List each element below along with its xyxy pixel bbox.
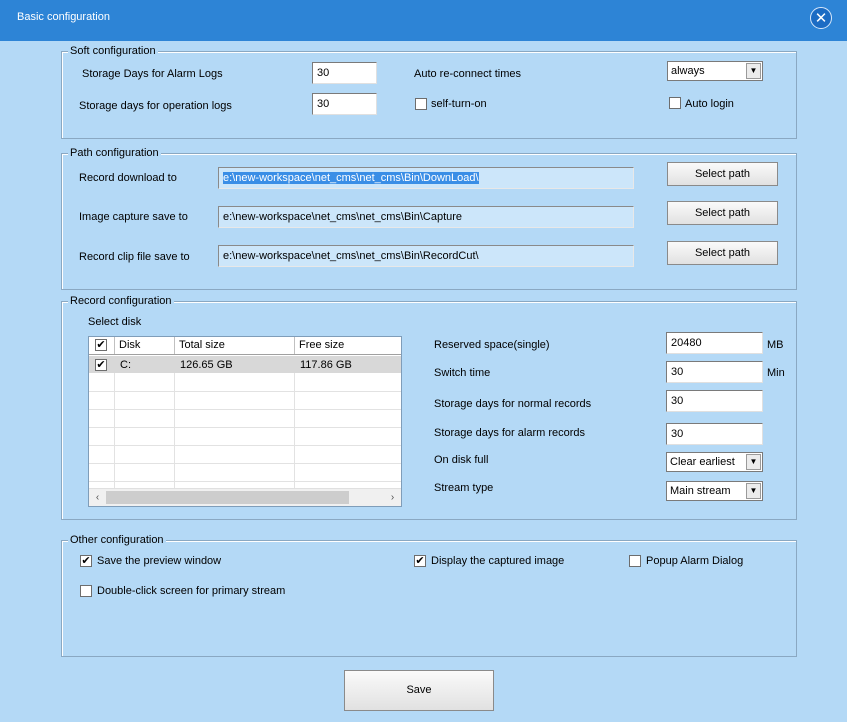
switch-time-input[interactable]: 30: [666, 361, 763, 383]
disk-row-checkbox[interactable]: ✔: [95, 359, 107, 371]
chevron-down-icon[interactable]: ▼: [746, 63, 761, 79]
column-header-disk[interactable]: Disk: [115, 337, 175, 354]
reserved-space-unit: MB: [767, 339, 784, 351]
display-captured-checkbox[interactable]: ✔: [414, 555, 426, 567]
save-button[interactable]: Save: [344, 670, 494, 711]
grid-line: [89, 427, 401, 428]
on-disk-full-value: Clear earliest: [670, 456, 735, 468]
image-capture-select-path-button[interactable]: Select path: [667, 201, 778, 225]
column-header-free-size[interactable]: Free size: [295, 337, 401, 354]
record-download-path-value: e:\new-workspace\net_cms\net_cms\Bin\Dow…: [223, 172, 479, 184]
record-download-label: Record download to: [79, 172, 177, 184]
chevron-down-icon[interactable]: ▼: [746, 483, 761, 499]
free-size-cell: 117.86 GB: [300, 359, 352, 371]
double-click-label: Double-click screen for primary stream: [97, 585, 286, 597]
image-capture-path-field[interactable]: e:\new-workspace\net_cms\net_cms\Bin\Cap…: [218, 206, 634, 228]
header-select-all-cell: ✔: [89, 337, 115, 354]
grid-line: [89, 445, 401, 446]
scroll-right-icon[interactable]: ›: [385, 490, 400, 505]
reserved-space-label: Reserved space(single): [434, 339, 550, 351]
total-size-cell: 126.65 GB: [180, 359, 233, 371]
image-capture-path-value: e:\new-workspace\net_cms\net_cms\Bin\Cap…: [223, 211, 463, 223]
select-all-checkbox[interactable]: ✔: [95, 339, 107, 351]
record-download-select-path-button[interactable]: Select path: [667, 162, 778, 186]
stream-type-value: Main stream: [670, 485, 731, 497]
grid-line: [89, 391, 401, 392]
table-row[interactable]: ✔ C: 126.65 GB 117.86 GB: [89, 356, 401, 373]
on-disk-full-label: On disk full: [434, 454, 489, 466]
auto-reconnect-label: Auto re-connect times: [414, 68, 521, 80]
popup-alarm-checkbox[interactable]: [629, 555, 641, 567]
double-click-checkbox[interactable]: [80, 585, 92, 597]
save-preview-label: Save the preview window: [97, 555, 222, 567]
auto-reconnect-select[interactable]: always ▼: [667, 61, 763, 81]
disk-table: ✔ Disk Total size Free size ✔ C: 126.65 …: [88, 336, 402, 507]
alarm-logs-days-input[interactable]: 30: [312, 62, 377, 84]
stream-type-label: Stream type: [434, 482, 494, 494]
display-captured-label: Display the captured image: [431, 555, 565, 567]
popup-alarm-label: Popup Alarm Dialog: [646, 555, 744, 567]
close-icon[interactable]: ✕: [810, 7, 832, 29]
record-clip-label: Record clip file save to: [79, 251, 190, 263]
horizontal-scrollbar[interactable]: ‹ ›: [89, 488, 401, 506]
normal-records-days-input[interactable]: 30: [666, 390, 763, 412]
save-preview-checkbox[interactable]: ✔: [80, 555, 92, 567]
window-title: Basic configuration: [17, 11, 110, 23]
operation-logs-days-label: Storage days for operation logs: [79, 100, 232, 112]
record-clip-select-path-button[interactable]: Select path: [667, 241, 778, 265]
alarm-logs-days-label: Storage Days for Alarm Logs: [82, 68, 223, 80]
alarm-records-days-label: Storage days for alarm records: [434, 427, 586, 439]
soft-configuration-legend: Soft configuration: [68, 45, 158, 58]
record-clip-path-field[interactable]: e:\new-workspace\net_cms\net_cms\Bin\Rec…: [218, 245, 634, 267]
scrollbar-thumb[interactable]: [106, 491, 349, 504]
basic-configuration-window: Basic configuration ✕ Soft configuration…: [0, 0, 847, 722]
grid-line: [89, 463, 401, 464]
disk-table-header: ✔ Disk Total size Free size: [89, 337, 401, 355]
grid-line: [89, 409, 401, 410]
disk-name-cell: C:: [120, 359, 131, 371]
image-capture-label: Image capture save to: [79, 211, 188, 223]
chevron-down-icon[interactable]: ▼: [746, 454, 761, 470]
path-configuration-legend: Path configuration: [68, 147, 161, 160]
reserved-space-input[interactable]: 20480: [666, 332, 763, 354]
self-turn-on-label: self-turn-on: [431, 98, 487, 110]
other-configuration-legend: Other configuration: [68, 534, 166, 547]
auto-reconnect-value: always: [671, 65, 705, 77]
self-turn-on-checkbox[interactable]: [415, 98, 427, 110]
record-download-path-field[interactable]: e:\new-workspace\net_cms\net_cms\Bin\Dow…: [218, 167, 634, 189]
grid-line: [89, 481, 401, 482]
select-disk-label: Select disk: [88, 316, 142, 328]
on-disk-full-select[interactable]: Clear earliest ▼: [666, 452, 763, 472]
title-bar: Basic configuration ✕: [0, 0, 847, 41]
auto-login-label: Auto login: [685, 98, 734, 110]
record-clip-path-value: e:\new-workspace\net_cms\net_cms\Bin\Rec…: [223, 250, 479, 262]
normal-records-days-label: Storage days for normal records: [434, 398, 592, 410]
alarm-records-days-input[interactable]: 30: [666, 423, 763, 445]
stream-type-select[interactable]: Main stream ▼: [666, 481, 763, 501]
scroll-left-icon[interactable]: ‹: [90, 490, 105, 505]
record-configuration-legend: Record configuration: [68, 295, 174, 308]
column-header-total-size[interactable]: Total size: [175, 337, 295, 354]
switch-time-label: Switch time: [434, 367, 491, 379]
operation-logs-days-input[interactable]: 30: [312, 93, 377, 115]
auto-login-checkbox[interactable]: [669, 97, 681, 109]
switch-time-unit: Min: [767, 367, 785, 379]
